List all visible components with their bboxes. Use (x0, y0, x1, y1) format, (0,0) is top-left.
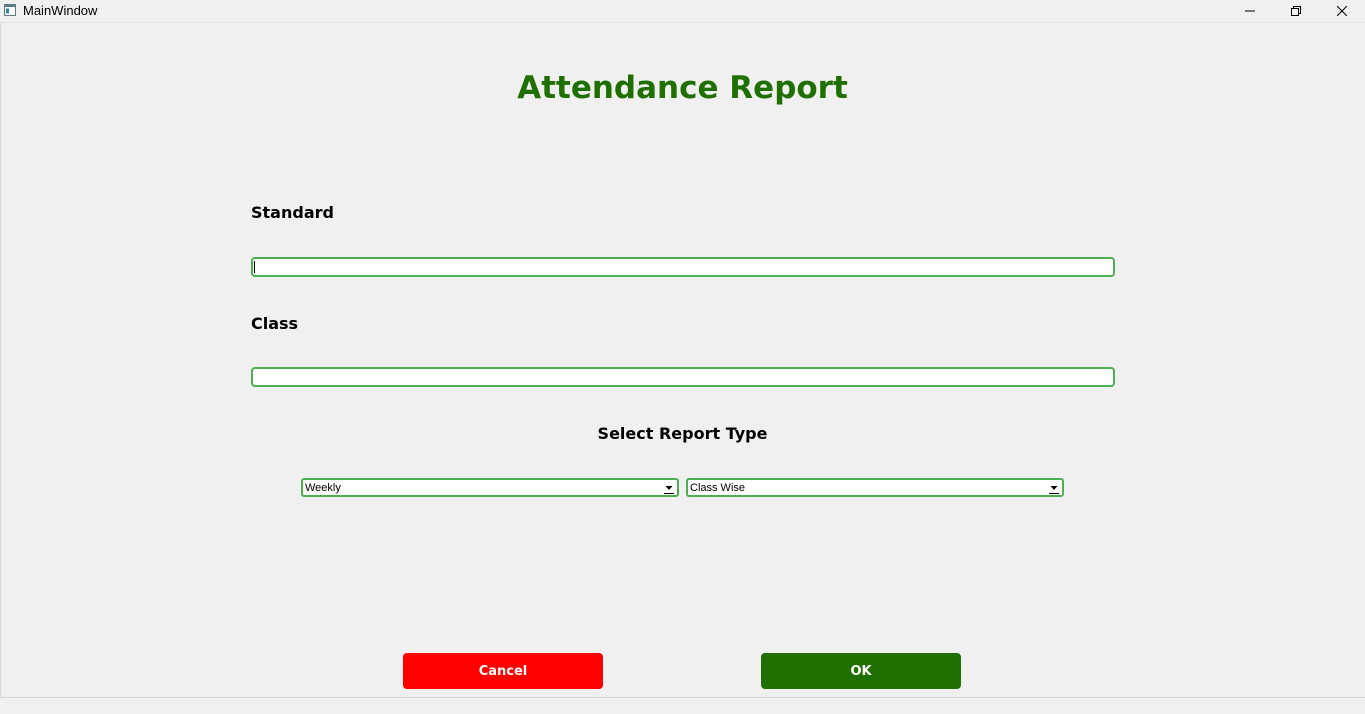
chevron-down-icon (1049, 486, 1059, 494)
restore-button[interactable] (1273, 0, 1319, 22)
class-label: Class (251, 314, 299, 333)
main-window: MainWindow Attendance Report Standard Cl… (0, 0, 1365, 714)
app-window-icon (4, 4, 16, 16)
standard-label: Standard (251, 203, 334, 222)
close-button[interactable] (1319, 0, 1365, 22)
window-title: MainWindow (23, 3, 98, 18)
minimize-icon (1245, 10, 1255, 12)
title-bar[interactable]: MainWindow (0, 0, 1365, 23)
class-input[interactable] (251, 367, 1115, 387)
standard-input[interactable] (251, 257, 1115, 277)
page-title: Attendance Report (517, 70, 848, 106)
chevron-down-icon (664, 486, 674, 494)
client-area (0, 23, 1365, 697)
period-dropdown-value: Weekly (305, 482, 341, 494)
status-bar (0, 697, 1365, 714)
restore-icon (1291, 6, 1301, 16)
scope-dropdown[interactable]: Class Wise (686, 478, 1064, 497)
minimize-button[interactable] (1227, 0, 1273, 22)
cancel-button[interactable]: Cancel (403, 653, 603, 689)
scope-dropdown-value: Class Wise (690, 482, 746, 494)
text-cursor (254, 261, 255, 273)
close-icon (1337, 6, 1347, 16)
period-dropdown[interactable]: Weekly (301, 478, 679, 497)
ok-button[interactable]: OK (761, 653, 961, 689)
report-type-label: Select Report Type (597, 424, 768, 443)
